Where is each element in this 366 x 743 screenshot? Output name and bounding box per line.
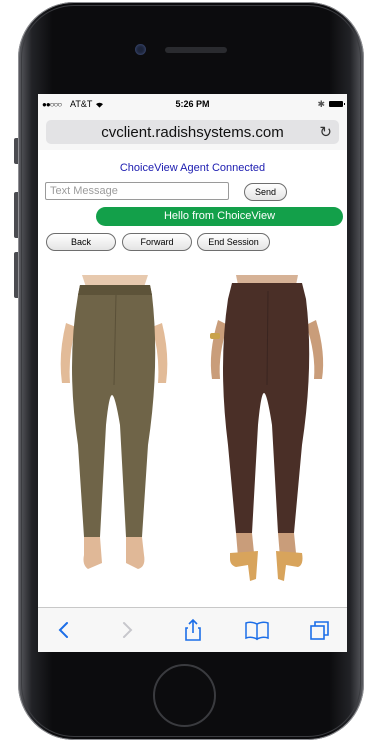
tabs-icon[interactable] xyxy=(306,616,334,644)
browser-address-bar: cvclient.radishsystems.com ↻ xyxy=(38,116,347,151)
front-camera xyxy=(135,44,146,55)
phone-screen: ●●○○○ AT&T 5:26 PM ✱ cvclient.radishsyst… xyxy=(38,94,347,652)
bluetooth-icon: ✱ xyxy=(317,99,325,109)
url-field[interactable]: cvclient.radishsystems.com ↻ xyxy=(46,120,339,144)
back-arrow-icon[interactable] xyxy=(50,616,78,644)
olive-pants-image[interactable] xyxy=(44,275,184,595)
forward-arrow-icon[interactable] xyxy=(113,616,141,644)
volume-up-button xyxy=(14,192,18,238)
text-message-input[interactable] xyxy=(45,182,229,200)
end-session-button[interactable]: End Session xyxy=(197,233,270,251)
status-time: 5:26 PM xyxy=(175,99,210,109)
back-button[interactable]: Back xyxy=(46,233,116,251)
earpiece-speaker xyxy=(165,47,227,53)
forward-button[interactable]: Forward xyxy=(122,233,192,251)
mute-switch xyxy=(14,138,18,164)
web-content: ChoiceView Agent Connected Send Hello fr… xyxy=(38,150,347,608)
send-button[interactable]: Send xyxy=(244,183,287,201)
brown-pants-image[interactable] xyxy=(196,275,336,595)
battery-icon xyxy=(329,101,345,107)
home-button[interactable] xyxy=(153,664,216,727)
reload-icon[interactable]: ↻ xyxy=(319,123,332,141)
hello-message-banner: Hello from ChoiceView xyxy=(96,207,343,226)
status-bar: ●●○○○ AT&T 5:26 PM ✱ xyxy=(38,94,347,116)
url-text: cvclient.radishsystems.com xyxy=(101,124,284,141)
share-icon[interactable] xyxy=(179,616,207,644)
agent-status: ChoiceView Agent Connected xyxy=(119,162,266,174)
bookmarks-icon[interactable] xyxy=(243,616,271,644)
volume-down-button xyxy=(14,252,18,298)
browser-toolbar xyxy=(38,607,347,652)
